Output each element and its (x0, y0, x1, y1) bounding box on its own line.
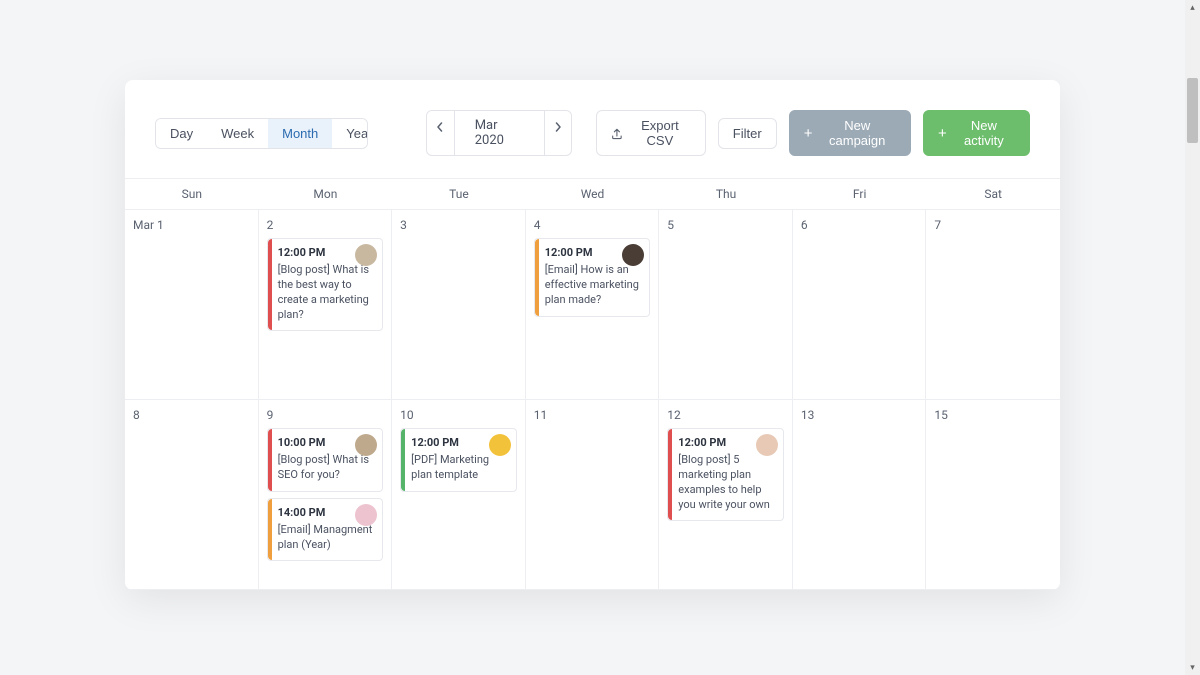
date-navigator: Mar 2020 (426, 110, 572, 156)
calendar-card: Day Week Month Year Mar 2020 Export CSV (125, 80, 1060, 590)
day-number: 7 (934, 218, 1052, 232)
plus-icon: + (938, 126, 947, 141)
weekday-label: Thu (659, 179, 793, 209)
view-switcher: Day Week Month Year (155, 118, 368, 149)
day-cell[interactable]: 6 (793, 210, 927, 400)
day-number: Mar 1 (133, 218, 250, 232)
day-cell[interactable]: 8 (125, 400, 259, 590)
new-campaign-button[interactable]: + New campaign (789, 110, 911, 156)
day-cell[interactable]: 12 12:00 PM [Blog post] 5 marketing plan… (659, 400, 793, 590)
event-card[interactable]: 10:00 PM [Blog post] What is SEO for you… (267, 428, 384, 492)
weekday-label: Tue (392, 179, 526, 209)
avatar (756, 434, 778, 456)
new-activity-button[interactable]: + New activity (923, 110, 1030, 156)
new-activity-label: New activity (953, 118, 1015, 148)
event-title: [Blog post] 5 marketing plan examples to… (678, 453, 775, 512)
event-title: [Email] How is an effective marketing pl… (545, 263, 642, 308)
day-cell[interactable]: 5 (659, 210, 793, 400)
vertical-scrollbar[interactable]: ▴ ▾ (1185, 0, 1200, 675)
day-number: 3 (400, 218, 517, 232)
event-card[interactable]: 14:00 PM [Email] Managment plan (Year) (267, 498, 384, 562)
event-card[interactable]: 12:00 PM [Email] How is an effective mar… (534, 238, 651, 317)
export-csv-label: Export CSV (629, 118, 691, 148)
day-cell[interactable]: 3 (392, 210, 526, 400)
scroll-down-arrow-icon[interactable]: ▾ (1185, 660, 1200, 675)
filter-label: Filter (733, 126, 762, 141)
next-month-button[interactable] (545, 111, 572, 143)
weekday-label: Sat (926, 179, 1060, 209)
day-cell[interactable]: Mar 1 (125, 210, 259, 400)
current-month-label: Mar 2020 (454, 111, 545, 155)
day-number: 13 (801, 408, 918, 422)
event-title: [Blog post] What is the best way to crea… (278, 263, 375, 322)
day-cell[interactable]: 10 12:00 PM [PDF] Marketing plan templat… (392, 400, 526, 590)
day-number: 15 (934, 408, 1052, 422)
view-day-button[interactable]: Day (156, 119, 207, 148)
day-cell[interactable]: 15 (926, 400, 1060, 590)
weekday-label: Fri (793, 179, 927, 209)
day-cell[interactable]: 13 (793, 400, 927, 590)
event-card[interactable]: 12:00 PM [Blog post] 5 marketing plan ex… (667, 428, 784, 521)
avatar (489, 434, 511, 456)
event-title: [Blog post] What is SEO for you? (278, 453, 375, 483)
event-card[interactable]: 12:00 PM [Blog post] What is the best wa… (267, 238, 384, 331)
day-cell[interactable]: 7 (926, 210, 1060, 400)
day-cell[interactable]: 2 12:00 PM [Blog post] What is the best … (259, 210, 393, 400)
new-campaign-label: New campaign (818, 118, 896, 148)
day-number: 5 (667, 218, 784, 232)
calendar-grid: Mar 1 2 12:00 PM [Blog post] What is the… (125, 210, 1060, 590)
day-number: 2 (267, 218, 384, 232)
weekday-label: Wed (526, 179, 660, 209)
weekday-header: Sun Mon Tue Wed Thu Fri Sat (125, 178, 1060, 210)
event-title: [PDF] Marketing plan template (411, 453, 508, 483)
day-number: 10 (400, 408, 517, 422)
view-month-button[interactable]: Month (268, 119, 332, 148)
day-cell[interactable]: 9 10:00 PM [Blog post] What is SEO for y… (259, 400, 393, 590)
avatar (355, 434, 377, 456)
event-card[interactable]: 12:00 PM [PDF] Marketing plan template (400, 428, 517, 492)
chevron-right-icon (553, 122, 563, 132)
day-cell[interactable]: 11 (526, 400, 660, 590)
filter-button[interactable]: Filter (718, 118, 777, 149)
day-number: 9 (267, 408, 384, 422)
plus-icon: + (804, 126, 813, 141)
weekday-label: Sun (125, 179, 259, 209)
weekday-label: Mon (259, 179, 393, 209)
event-title: [Email] Managment plan (Year) (278, 523, 375, 553)
prev-month-button[interactable] (427, 111, 454, 143)
view-year-button[interactable]: Year (332, 119, 368, 148)
day-cell[interactable]: 4 12:00 PM [Email] How is an effective m… (526, 210, 660, 400)
avatar (355, 244, 377, 266)
day-number: 12 (667, 408, 784, 422)
day-number: 11 (534, 408, 651, 422)
export-csv-button[interactable]: Export CSV (596, 110, 706, 156)
day-number: 8 (133, 408, 250, 422)
scrollbar-thumb[interactable] (1187, 78, 1198, 143)
upload-icon (611, 127, 623, 140)
view-week-button[interactable]: Week (207, 119, 268, 148)
calendar-toolbar: Day Week Month Year Mar 2020 Export CSV (125, 110, 1060, 178)
scroll-up-arrow-icon[interactable]: ▴ (1185, 0, 1200, 15)
day-number: 6 (801, 218, 918, 232)
day-number: 4 (534, 218, 651, 232)
avatar (355, 504, 377, 526)
chevron-left-icon (435, 122, 445, 132)
